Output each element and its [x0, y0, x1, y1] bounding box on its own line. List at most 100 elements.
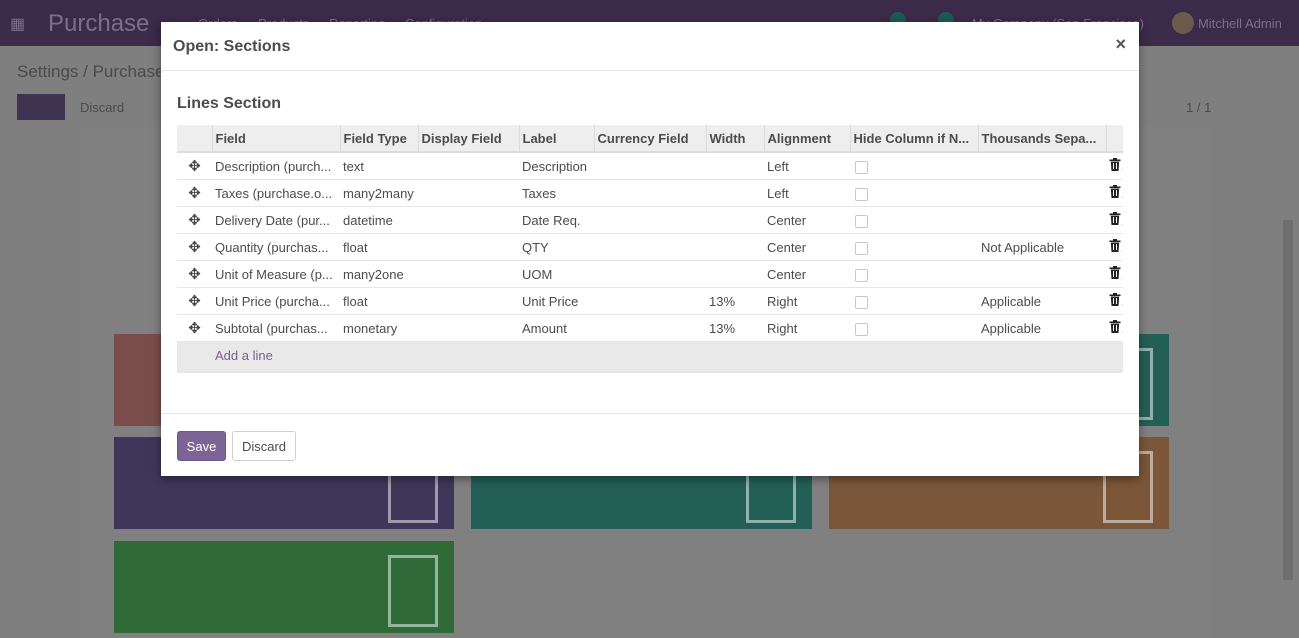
hide-column-checkbox[interactable]	[855, 241, 868, 255]
table-row[interactable]: ✥ Delivery Date (pur... datetime Date Re…	[177, 206, 1123, 234]
drag-handle-icon[interactable]: ✥	[177, 179, 212, 207]
hide-column-checkbox[interactable]	[855, 268, 868, 282]
cell-field[interactable]: Delivery Date (pur...	[212, 206, 340, 234]
cell-field-type[interactable]: monetary	[340, 314, 418, 342]
cell-thousands-separator[interactable]	[978, 206, 1106, 234]
col-alignment[interactable]: Alignment	[763, 125, 850, 153]
cell-width[interactable]	[706, 152, 764, 180]
col-display-field[interactable]: Display Field	[417, 125, 519, 153]
user-menu[interactable]: Mitchell Admin	[1198, 16, 1282, 31]
cell-currency-field[interactable]	[594, 287, 706, 315]
cell-currency-field[interactable]	[594, 260, 706, 288]
col-width[interactable]: Width	[705, 125, 764, 153]
cell-thousands-separator[interactable]	[978, 179, 1106, 207]
cell-label[interactable]: Description	[519, 152, 594, 180]
cell-currency-field[interactable]	[594, 179, 706, 207]
drag-handle-icon[interactable]: ✥	[177, 233, 212, 261]
cell-display-field[interactable]	[418, 287, 519, 315]
cell-display-field[interactable]	[418, 233, 519, 261]
hide-column-checkbox[interactable]	[855, 322, 868, 336]
cell-display-field[interactable]	[418, 179, 519, 207]
cell-field-type[interactable]: float	[340, 233, 418, 261]
cell-alignment[interactable]: Left	[764, 179, 850, 207]
cell-thousands-separator[interactable]: Applicable	[978, 287, 1106, 315]
cell-alignment[interactable]: Center	[764, 206, 850, 234]
table-row[interactable]: ✥ Subtotal (purchas... monetary Amount 1…	[177, 314, 1123, 342]
cell-thousands-separator[interactable]: Not Applicable	[978, 233, 1106, 261]
trash-icon[interactable]	[1109, 293, 1121, 306]
cell-field-type[interactable]: many2many	[340, 179, 418, 207]
col-label[interactable]: Label	[518, 125, 594, 153]
cell-currency-field[interactable]	[594, 206, 706, 234]
cell-width[interactable]	[706, 233, 764, 261]
cell-currency-field[interactable]	[594, 152, 706, 180]
cell-label[interactable]: Date Req.	[519, 206, 594, 234]
close-icon[interactable]: ×	[1115, 34, 1126, 55]
table-row[interactable]: ✥ Unit Price (purcha... float Unit Price…	[177, 287, 1123, 315]
hide-column-checkbox[interactable]	[855, 160, 868, 174]
drag-handle-icon[interactable]: ✥	[177, 152, 212, 180]
bg-save-button[interactable]	[17, 94, 65, 120]
cell-alignment[interactable]: Center	[764, 233, 850, 261]
cell-width[interactable]: 13%	[706, 287, 764, 315]
trash-icon[interactable]	[1109, 239, 1121, 252]
cell-label[interactable]: Taxes	[519, 179, 594, 207]
trash-icon[interactable]	[1109, 158, 1121, 171]
save-button[interactable]: Save	[177, 431, 226, 461]
cell-width[interactable]: 13%	[706, 314, 764, 342]
add-line-link[interactable]: Add a line	[215, 348, 273, 363]
page-scrollbar[interactable]	[1283, 220, 1293, 580]
table-row[interactable]: ✥ Unit of Measure (p... many2one UOM Cen…	[177, 260, 1123, 288]
drag-handle-icon[interactable]: ✥	[177, 206, 212, 234]
cell-currency-field[interactable]	[594, 314, 706, 342]
col-field-type[interactable]: Field Type	[339, 125, 418, 153]
trash-icon[interactable]	[1109, 185, 1121, 198]
col-thousands-separator[interactable]: Thousands Sepa...	[977, 125, 1106, 153]
drag-handle-icon[interactable]: ✥	[177, 314, 212, 342]
cell-thousands-separator[interactable]	[978, 260, 1106, 288]
cell-field-type[interactable]: text	[340, 152, 418, 180]
cell-label[interactable]: UOM	[519, 260, 594, 288]
drag-handle-icon[interactable]: ✥	[177, 260, 212, 288]
cell-thousands-separator[interactable]	[978, 152, 1106, 180]
hide-column-checkbox[interactable]	[855, 295, 868, 309]
cell-alignment[interactable]: Left	[764, 152, 850, 180]
cell-field[interactable]: Subtotal (purchas...	[212, 314, 340, 342]
cell-thousands-separator[interactable]: Applicable	[978, 314, 1106, 342]
bg-discard-button[interactable]: Discard	[80, 100, 124, 115]
trash-icon[interactable]	[1109, 320, 1121, 333]
cell-label[interactable]: Unit Price	[519, 287, 594, 315]
cell-width[interactable]	[706, 260, 764, 288]
col-hide-column[interactable]: Hide Column if N...	[849, 125, 978, 153]
table-row[interactable]: ✥ Taxes (purchase.o... many2many Taxes L…	[177, 179, 1123, 207]
apps-menu-icon[interactable]: ▦	[10, 14, 25, 34]
cell-field[interactable]: Unit Price (purcha...	[212, 287, 340, 315]
cell-label[interactable]: Amount	[519, 314, 594, 342]
cell-field-type[interactable]: many2one	[340, 260, 418, 288]
avatar[interactable]	[1172, 12, 1194, 34]
cell-label[interactable]: QTY	[519, 233, 594, 261]
cell-display-field[interactable]	[418, 152, 519, 180]
cell-field[interactable]: Taxes (purchase.o...	[212, 179, 340, 207]
cell-field-type[interactable]: datetime	[340, 206, 418, 234]
cell-field[interactable]: Description (purch...	[212, 152, 340, 180]
hide-column-checkbox[interactable]	[855, 214, 868, 228]
drag-handle-icon[interactable]: ✥	[177, 287, 212, 315]
cell-width[interactable]	[706, 206, 764, 234]
cell-display-field[interactable]	[418, 314, 519, 342]
table-row[interactable]: ✥ Quantity (purchas... float QTY Center …	[177, 233, 1123, 261]
cell-width[interactable]	[706, 179, 764, 207]
cell-display-field[interactable]	[418, 260, 519, 288]
cell-currency-field[interactable]	[594, 233, 706, 261]
cell-alignment[interactable]: Center	[764, 260, 850, 288]
discard-button[interactable]: Discard	[232, 431, 296, 461]
cell-alignment[interactable]: Right	[764, 314, 850, 342]
cell-field-type[interactable]: float	[340, 287, 418, 315]
cell-display-field[interactable]	[418, 206, 519, 234]
cell-field[interactable]: Quantity (purchas...	[212, 233, 340, 261]
cell-alignment[interactable]: Right	[764, 287, 850, 315]
breadcrumb[interactable]: Settings / Purchase	[17, 62, 164, 82]
hide-column-checkbox[interactable]	[855, 187, 868, 201]
cell-field[interactable]: Unit of Measure (p...	[212, 260, 340, 288]
trash-icon[interactable]	[1109, 212, 1121, 225]
